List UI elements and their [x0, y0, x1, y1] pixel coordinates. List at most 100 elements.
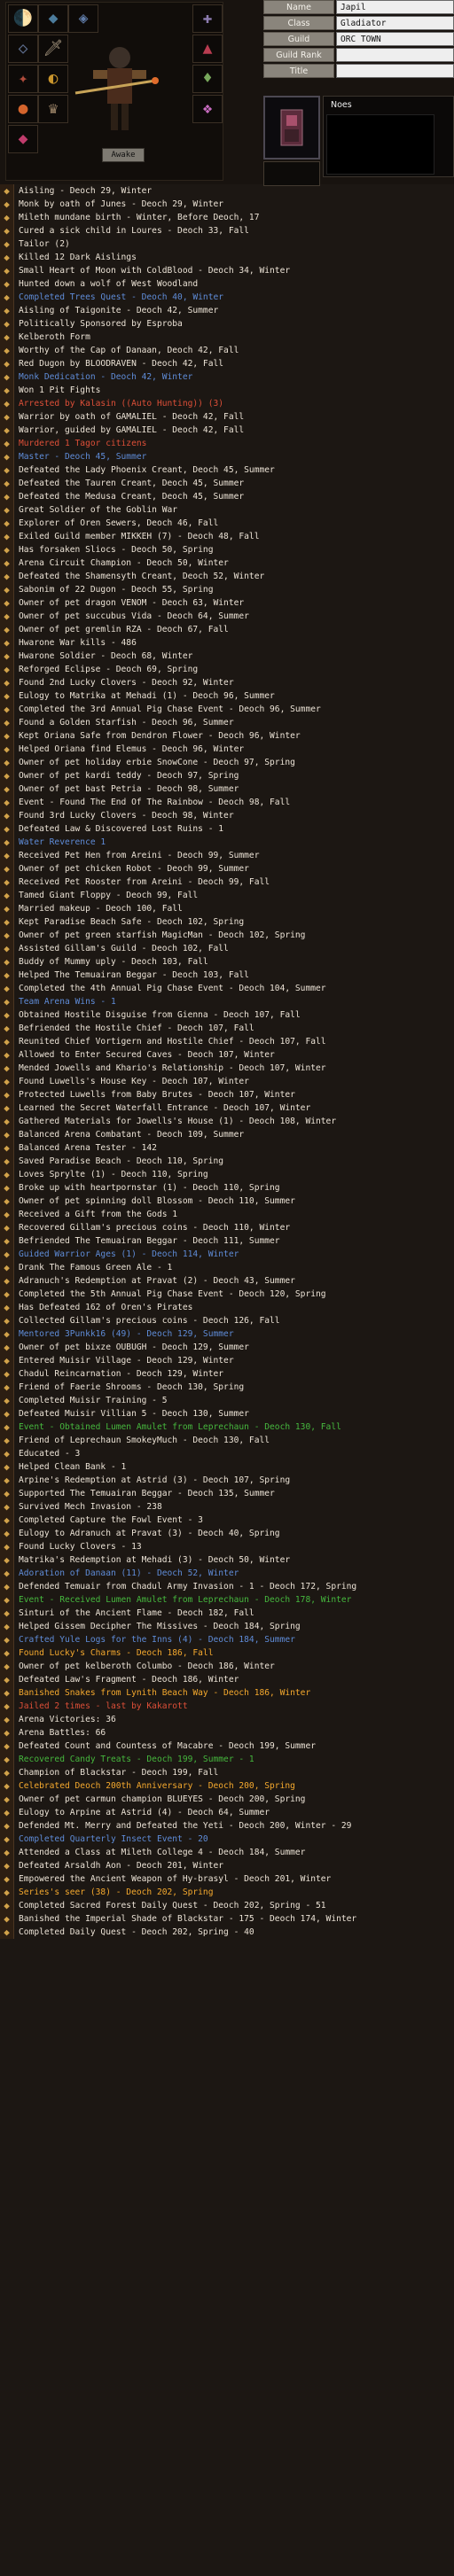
legend-mark-row: ◆ Killed 12 Dark Aislings	[0, 251, 454, 264]
legend-mark-text: Completed Daily Quest - Deoch 202, Sprin…	[19, 1927, 254, 1937]
legend-mark-row: ◆ Owner of pet gremlin RZA - Deoch 67, Fa…	[0, 623, 454, 636]
equipment-slot[interactable]: ✦	[8, 65, 38, 93]
legend-mark-row: ◆ Helped Gissem Decipher The Missives - D…	[0, 1620, 454, 1633]
legend-mark-row: ◆ Mended Jowells and Khario's Relationshi…	[0, 1062, 454, 1075]
legend-mark-row: ◆ Balanced Arena Combatant - Deoch 109, S…	[0, 1128, 454, 1141]
legend-mark-text: Attended a Class at Mileth College 4 - D…	[19, 1848, 306, 1857]
equipment-slot[interactable]: ◇	[8, 35, 38, 63]
legend-mark-row: ◆ Found a Golden Starfish - Deoch 96, Sum…	[0, 716, 454, 729]
legend-mark-text: Recovered Candy Treats - Deoch 199, Summ…	[19, 1755, 254, 1764]
legend-mark-row: ◆ Event - Obtained Lumen Amulet from Lepr…	[0, 1420, 454, 1434]
legend-mark-icon: ◆	[0, 1859, 14, 1872]
notes-field[interactable]	[326, 114, 434, 175]
legend-mark-row: ◆ Empowered the Ancient Weapon of Hy-bras…	[0, 1872, 454, 1886]
legend-mark-row: ◆ Owner of pet kelberoth Columbo - Deoch …	[0, 1660, 454, 1673]
legend-mark-row: ◆ Owner of pet succubus Vida - Deoch 64, …	[0, 610, 454, 623]
legend-mark-row: ◆ Learned the Secret Waterfall Entrance -…	[0, 1101, 454, 1115]
legend-mark-icon: ◆	[0, 224, 14, 237]
legend-mark-row: ◆ Completed Quarterly Insect Event - 20	[0, 1833, 454, 1846]
equipment-slot[interactable]: ◈	[68, 4, 98, 33]
legend-mark-text: Completed the 5th Annual Pig Chase Event…	[19, 1289, 326, 1299]
legend-mark-text: Loves Sprylte (1) - Deoch 110, Spring	[19, 1170, 208, 1179]
legend-mark-text: Completed Quarterly Insect Event - 20	[19, 1834, 208, 1844]
legend-mark-row: ◆ Obtained Hostile Disguise from Gienna -…	[0, 1008, 454, 1022]
equipment-slot[interactable]: ▲	[192, 35, 223, 63]
legend-mark-row: ◆ Owner of pet chicken Robot - Deoch 99, …	[0, 862, 454, 876]
equipment-slot[interactable]: 🌓	[8, 4, 38, 33]
legend-mark-icon: ◆	[0, 955, 14, 969]
portrait-frame[interactable]	[263, 96, 320, 160]
legend-mark-icon: ◆	[0, 1686, 14, 1700]
legend-mark-icon: ◆	[0, 756, 14, 769]
legend-mark-icon: ◆	[0, 596, 14, 610]
legend-mark-icon: ◆	[0, 1886, 14, 1899]
legend-mark-icon: ◆	[0, 1739, 14, 1753]
small-slot[interactable]	[263, 161, 320, 186]
guild-value: ORC TOWN	[336, 32, 454, 46]
legend-mark-row: ◆ Hunted down a wolf of West Woodland	[0, 277, 454, 291]
legend-mark-row: ◆ Series's seer (38) - Deoch 202, Spring	[0, 1886, 454, 1899]
legend-mark-icon: ◆	[0, 1341, 14, 1354]
legend-mark-icon: ◆	[0, 676, 14, 689]
legend-mark-icon: ◆	[0, 370, 14, 384]
legend-mark-icon: ◆	[0, 1833, 14, 1846]
equipment-slot[interactable]: ◐	[38, 65, 68, 93]
legend-mark-row: ◆ Kelberoth Form	[0, 331, 454, 344]
equipment-slot[interactable]: 🗡	[38, 35, 68, 63]
legend-mark-icon: ◆	[0, 490, 14, 503]
equipment-slot[interactable]: ◆	[38, 4, 68, 33]
legend-mark-icon: ◆	[0, 1434, 14, 1447]
equipment-slot[interactable]: ●	[8, 95, 38, 123]
legend-mark-icon: ◆	[0, 703, 14, 716]
legend-mark-icon: ◆	[0, 1474, 14, 1487]
awake-button[interactable]: Awake	[102, 148, 145, 162]
legend-mark-icon: ◆	[0, 583, 14, 596]
equipment-slot[interactable]: ♛	[38, 95, 68, 123]
legend-mark-text: Protected Luwells from Baby Brutes - Deo…	[19, 1090, 295, 1100]
legend-mark-row: ◆ Sinturi of the Ancient Flame - Deoch 18…	[0, 1607, 454, 1620]
legend-mark-icon: ◆	[0, 689, 14, 703]
legend-mark-text: Friend of Faerie Shrooms - Deoch 130, Sp…	[19, 1382, 245, 1392]
legend-mark-icon: ◆	[0, 610, 14, 623]
equipment-slot[interactable]: ◆	[8, 125, 38, 153]
legend-mark-icon: ◆	[0, 1420, 14, 1434]
legend-mark-text: Team Arena Wins - 1	[19, 997, 116, 1007]
legend-mark-row: ◆ Event - Found The End Of The Rainbow - …	[0, 796, 454, 809]
legend-mark-icon: ◆	[0, 915, 14, 929]
legend-mark-text: Hwarone War kills - 486	[19, 638, 137, 648]
legend-mark-text: Buddy of Mummy uply - Deoch 103, Fall	[19, 957, 208, 967]
legend-mark-icon: ◆	[0, 1062, 14, 1075]
legend-mark-text: Reforged Eclipse - Deoch 69, Spring	[19, 665, 199, 674]
equipment-slot[interactable]: ❖	[192, 95, 223, 123]
legend-mark-icon: ◆	[0, 344, 14, 357]
legend-mark-row: ◆ Owner of pet dragon VENOM - Deoch 63, W…	[0, 596, 454, 610]
legend-mark-text: Befriended the Hostile Chief - Deoch 107…	[19, 1023, 254, 1033]
legend-mark-row: ◆ Arena Circuit Champion - Deoch 50, Wint…	[0, 556, 454, 570]
legend-mark-row: ◆ Completed Muisir Training - 5	[0, 1394, 454, 1407]
legend-mark-row: ◆ Red Dugon by BLOODRAVEN - Deoch 42, Fal…	[0, 357, 454, 370]
legend-mark-icon: ◆	[0, 1035, 14, 1048]
legend-mark-text: Found Lucky Clovers - 13	[19, 1542, 142, 1552]
notes-label: Noes	[331, 100, 352, 110]
info-label: Title	[263, 64, 334, 78]
legend-mark-text: Owner of pet dragon VENOM - Deoch 63, Wi…	[19, 598, 245, 608]
legend-mark-text: Defeated the Medusa Creant, Deoch 45, Su…	[19, 492, 245, 502]
legend-mark-text: Tamed Giant Floppy - Deoch 99, Fall	[19, 891, 199, 900]
equipment-slot[interactable]: ✚	[192, 4, 223, 33]
legend-mark-icon: ◆	[0, 1008, 14, 1022]
equipment-slot[interactable]: ♦	[192, 65, 223, 93]
legend-mark-text: Obtained Hostile Disguise from Gienna - …	[19, 1010, 301, 1020]
legend-mark-text: Mileth mundane birth - Winter, Before De…	[19, 213, 260, 222]
legend-mark-text: Won 1 Pit Fights	[19, 385, 101, 395]
portrait-icon	[280, 109, 303, 146]
legend-mark-text: Completed Trees Quest - Deoch 40, Winter	[19, 292, 224, 302]
legend-mark-icon: ◆	[0, 623, 14, 636]
item-icon: 🗡	[43, 39, 64, 58]
legend-mark-text: Defeated the Shamensyth Creant, Deoch 52…	[19, 572, 265, 581]
legend-mark-text: Eulogy to Adranuch at Pravat (3) - Deoch…	[19, 1529, 280, 1538]
legend-mark-row: ◆ Water Reverence 1	[0, 836, 454, 849]
legend-mark-row: ◆ Has Defeated 162 of Oren's Pirates	[0, 1301, 454, 1314]
legend-mark-row: ◆ Found Lucky Clovers - 13	[0, 1540, 454, 1553]
legend-mark-icon: ◆	[0, 1926, 14, 1939]
legend-mark-text: Defeated Law & Discovered Lost Ruins - 1	[19, 824, 224, 834]
